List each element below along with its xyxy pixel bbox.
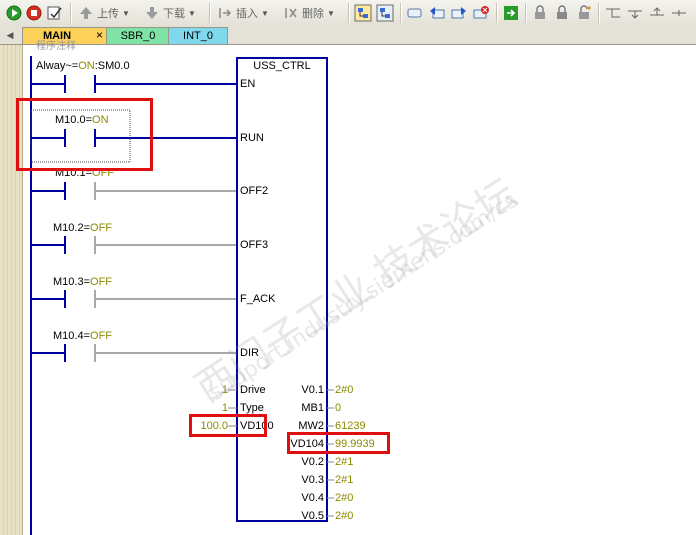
rung-dir (31, 344, 237, 362)
pin-drive: Drive (240, 384, 266, 396)
output-value-status: 61239 (335, 420, 366, 432)
highlight-box-speed-input (189, 414, 267, 437)
output-value-error: 0 (335, 402, 342, 414)
pin-f-ack: F_ACK (240, 293, 276, 305)
output-value-d-dir: 2#1 (335, 474, 354, 486)
contact-label-m10-2[interactable]: M10.2=OFF (53, 222, 112, 234)
output-pin-error: MB1 (301, 402, 324, 414)
rung-en (31, 75, 237, 93)
ladder-diagram (30, 56, 334, 535)
pin-run: RUN (240, 132, 264, 144)
pin-en: EN (240, 78, 256, 90)
output-pin-d-dir: V0.3 (301, 474, 324, 486)
input-value-drive[interactable]: 1 (190, 384, 228, 396)
block-title: USS_CTRL (253, 60, 311, 72)
highlight-box-run-contact (16, 98, 153, 171)
output-value-fault: 2#0 (335, 510, 354, 522)
pin-type: Type (240, 402, 264, 414)
output-value-inhibit: 2#0 (335, 492, 354, 504)
output-pin-run-en: V0.2 (301, 456, 324, 468)
pin-dir: DIR (240, 347, 259, 359)
rung-off2 (31, 182, 237, 200)
output-pin-resp-r: V0.1 (301, 384, 324, 396)
pin-off3: OFF3 (240, 239, 269, 251)
output-pin-fault: V0.5 (301, 510, 324, 522)
highlight-box-speed-output (287, 432, 390, 454)
contact-label-m10-4[interactable]: M10.4=OFF (53, 330, 112, 342)
contact-label-m10-3[interactable]: M10.3=OFF (53, 276, 112, 288)
input-value-type[interactable]: 1 (190, 402, 228, 414)
network-comment: 程序注释 (36, 41, 76, 52)
output-value-resp-r: 2#0 (335, 384, 354, 396)
rung-off3 (31, 236, 237, 254)
output-pin-inhibit: V0.4 (301, 492, 324, 504)
pin-off2: OFF2 (240, 185, 269, 197)
rung-f-ack (31, 290, 237, 308)
output-pin-status: MW2 (298, 420, 324, 432)
output-value-run-en: 2#1 (335, 456, 354, 468)
contact-label-sm0[interactable]: Alway~=ON:SM0.0 (36, 60, 130, 72)
